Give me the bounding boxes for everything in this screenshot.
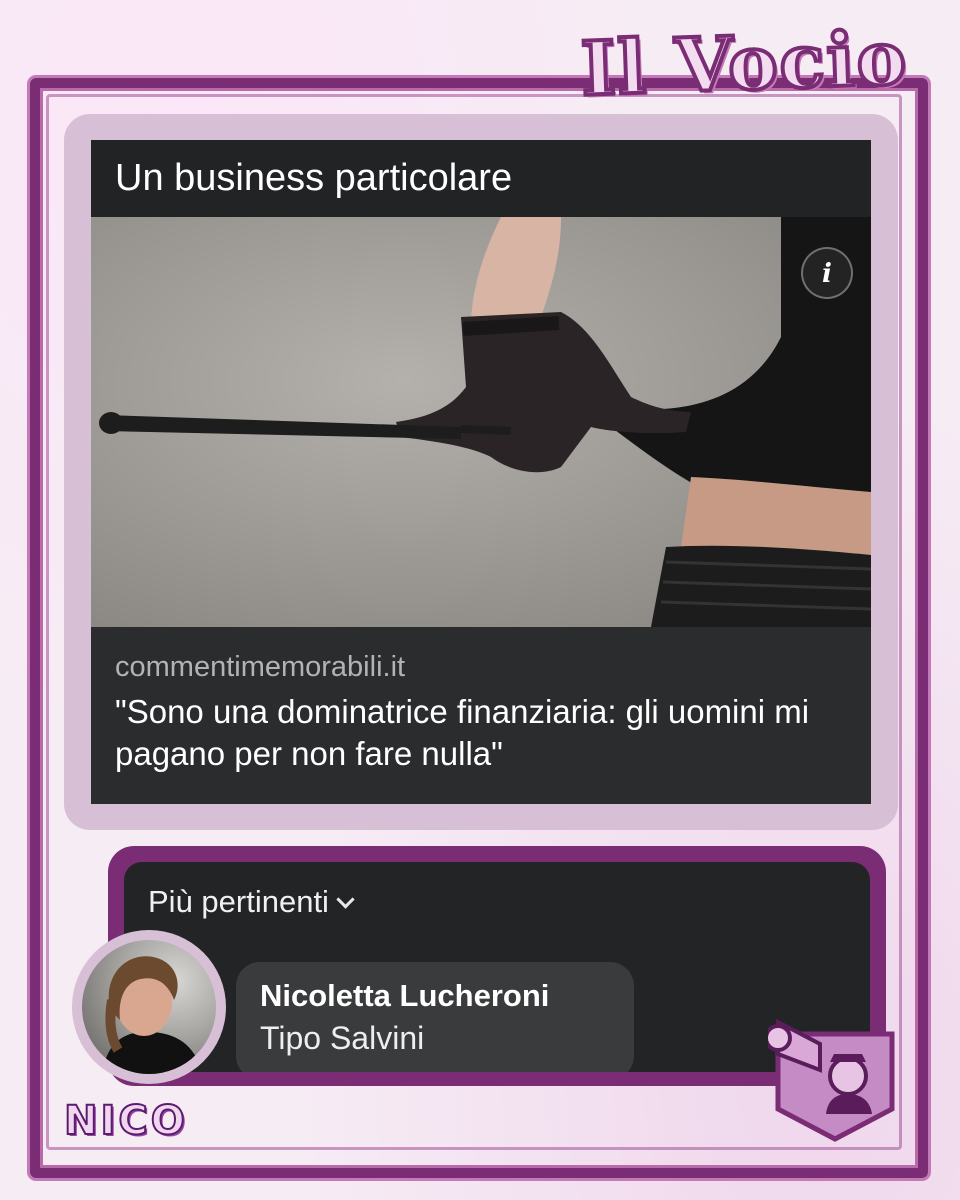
comment-author[interactable]: Nicoletta Lucheroni xyxy=(260,976,610,1016)
sort-label: Più pertinenti xyxy=(148,884,329,919)
sort-dropdown[interactable]: Più pertinenti xyxy=(148,878,355,926)
post-headline[interactable]: "Sono una dominatrice finanziaria: gli u… xyxy=(115,691,847,775)
post-image-illustration xyxy=(99,217,871,627)
comment-text: Tipo Salvini xyxy=(260,1020,425,1056)
avatar[interactable] xyxy=(82,940,216,1074)
chevron-down-icon xyxy=(336,889,355,909)
avatar-illustration xyxy=(102,956,202,1074)
post-title: Un business particolare xyxy=(91,140,871,217)
post-meta: commentimemorabili.it "Sono una dominatr… xyxy=(91,627,871,804)
comment-panel: Più pertinenti Nicoletta Lucheroni Tipo … xyxy=(124,862,870,1072)
comment-bubble[interactable]: Nicoletta Lucheroni Tipo Salvini xyxy=(236,962,634,1072)
info-icon[interactable]: i xyxy=(801,247,853,299)
megaphone-badge-icon xyxy=(764,1014,902,1144)
signature-logo: NICO xyxy=(63,1097,188,1145)
post-source[interactable]: commentimemorabili.it xyxy=(115,649,847,685)
post-card[interactable]: Un business particolare i commentimemora… xyxy=(91,140,871,804)
post-image[interactable]: i xyxy=(91,217,871,627)
brand-title: Il Vocio xyxy=(578,13,912,114)
